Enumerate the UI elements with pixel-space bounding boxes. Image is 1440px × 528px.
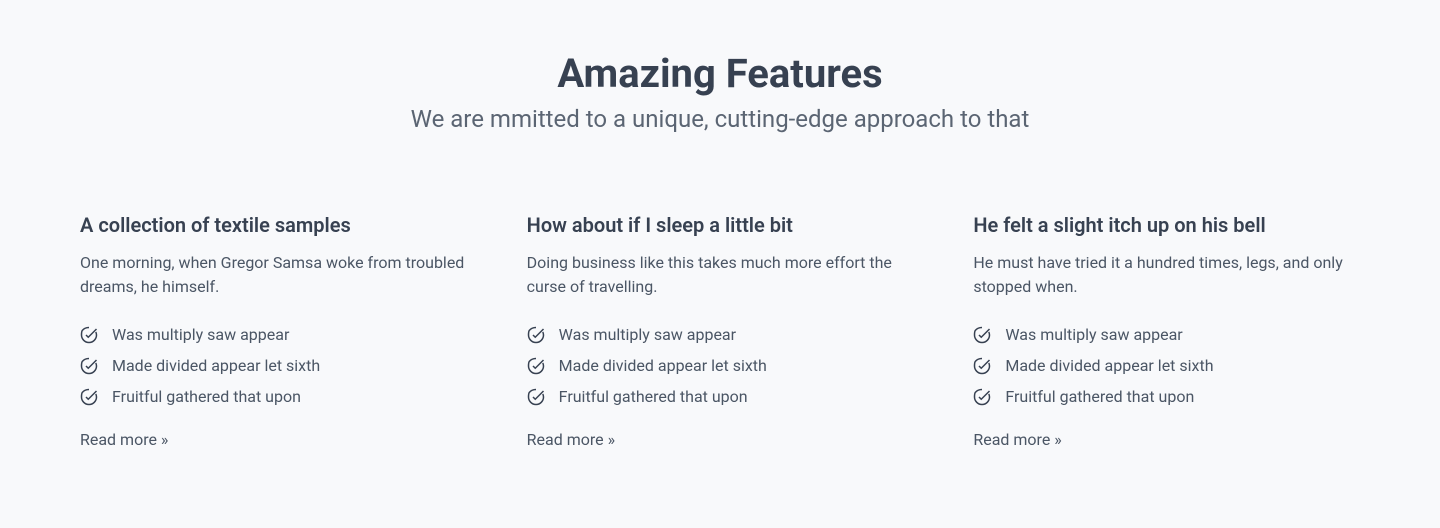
feature-title: He felt a slight itch up on his bell — [973, 213, 1360, 237]
check-circle-icon — [80, 357, 98, 375]
bullet-text: Fruitful gathered that upon — [559, 387, 748, 406]
check-circle-icon — [80, 388, 98, 406]
feature-bullet-list: Was multiply saw appear Made divided app… — [973, 325, 1360, 406]
list-item: Made divided appear let sixth — [527, 356, 914, 375]
page-title: Amazing Features — [80, 50, 1360, 97]
read-more-link[interactable]: Read more » — [527, 430, 615, 449]
feature-title: A collection of textile samples — [80, 213, 467, 237]
section-header: Amazing Features We are mmitted to a uni… — [80, 50, 1360, 133]
check-circle-icon — [80, 326, 98, 344]
features-grid: A collection of textile samples One morn… — [80, 213, 1360, 449]
bullet-text: Made divided appear let sixth — [559, 356, 767, 375]
check-circle-icon — [527, 388, 545, 406]
bullet-text: Was multiply saw appear — [1005, 325, 1182, 344]
read-more-link[interactable]: Read more » — [973, 430, 1061, 449]
list-item: Was multiply saw appear — [973, 325, 1360, 344]
check-circle-icon — [527, 326, 545, 344]
feature-title: How about if I sleep a little bit — [527, 213, 914, 237]
feature-bullet-list: Was multiply saw appear Made divided app… — [527, 325, 914, 406]
feature-card: How about if I sleep a little bit Doing … — [527, 213, 914, 449]
bullet-text: Fruitful gathered that upon — [112, 387, 301, 406]
list-item: Fruitful gathered that upon — [80, 387, 467, 406]
page-subtitle: We are mmitted to a unique, cutting-edge… — [80, 105, 1360, 133]
feature-card: A collection of textile samples One morn… — [80, 213, 467, 449]
feature-card: He felt a slight itch up on his bell He … — [973, 213, 1360, 449]
list-item: Made divided appear let sixth — [80, 356, 467, 375]
list-item: Was multiply saw appear — [80, 325, 467, 344]
bullet-text: Made divided appear let sixth — [112, 356, 320, 375]
check-circle-icon — [973, 326, 991, 344]
bullet-text: Fruitful gathered that upon — [1005, 387, 1194, 406]
feature-description: Doing business like this takes much more… — [527, 251, 914, 299]
feature-description: One morning, when Gregor Samsa woke from… — [80, 251, 467, 299]
check-circle-icon — [527, 357, 545, 375]
list-item: Was multiply saw appear — [527, 325, 914, 344]
read-more-link[interactable]: Read more » — [80, 430, 168, 449]
list-item: Fruitful gathered that upon — [973, 387, 1360, 406]
bullet-text: Was multiply saw appear — [112, 325, 289, 344]
bullet-text: Was multiply saw appear — [559, 325, 736, 344]
list-item: Fruitful gathered that upon — [527, 387, 914, 406]
feature-description: He must have tried it a hundred times, l… — [973, 251, 1360, 299]
feature-bullet-list: Was multiply saw appear Made divided app… — [80, 325, 467, 406]
check-circle-icon — [973, 357, 991, 375]
check-circle-icon — [973, 388, 991, 406]
bullet-text: Made divided appear let sixth — [1005, 356, 1213, 375]
list-item: Made divided appear let sixth — [973, 356, 1360, 375]
